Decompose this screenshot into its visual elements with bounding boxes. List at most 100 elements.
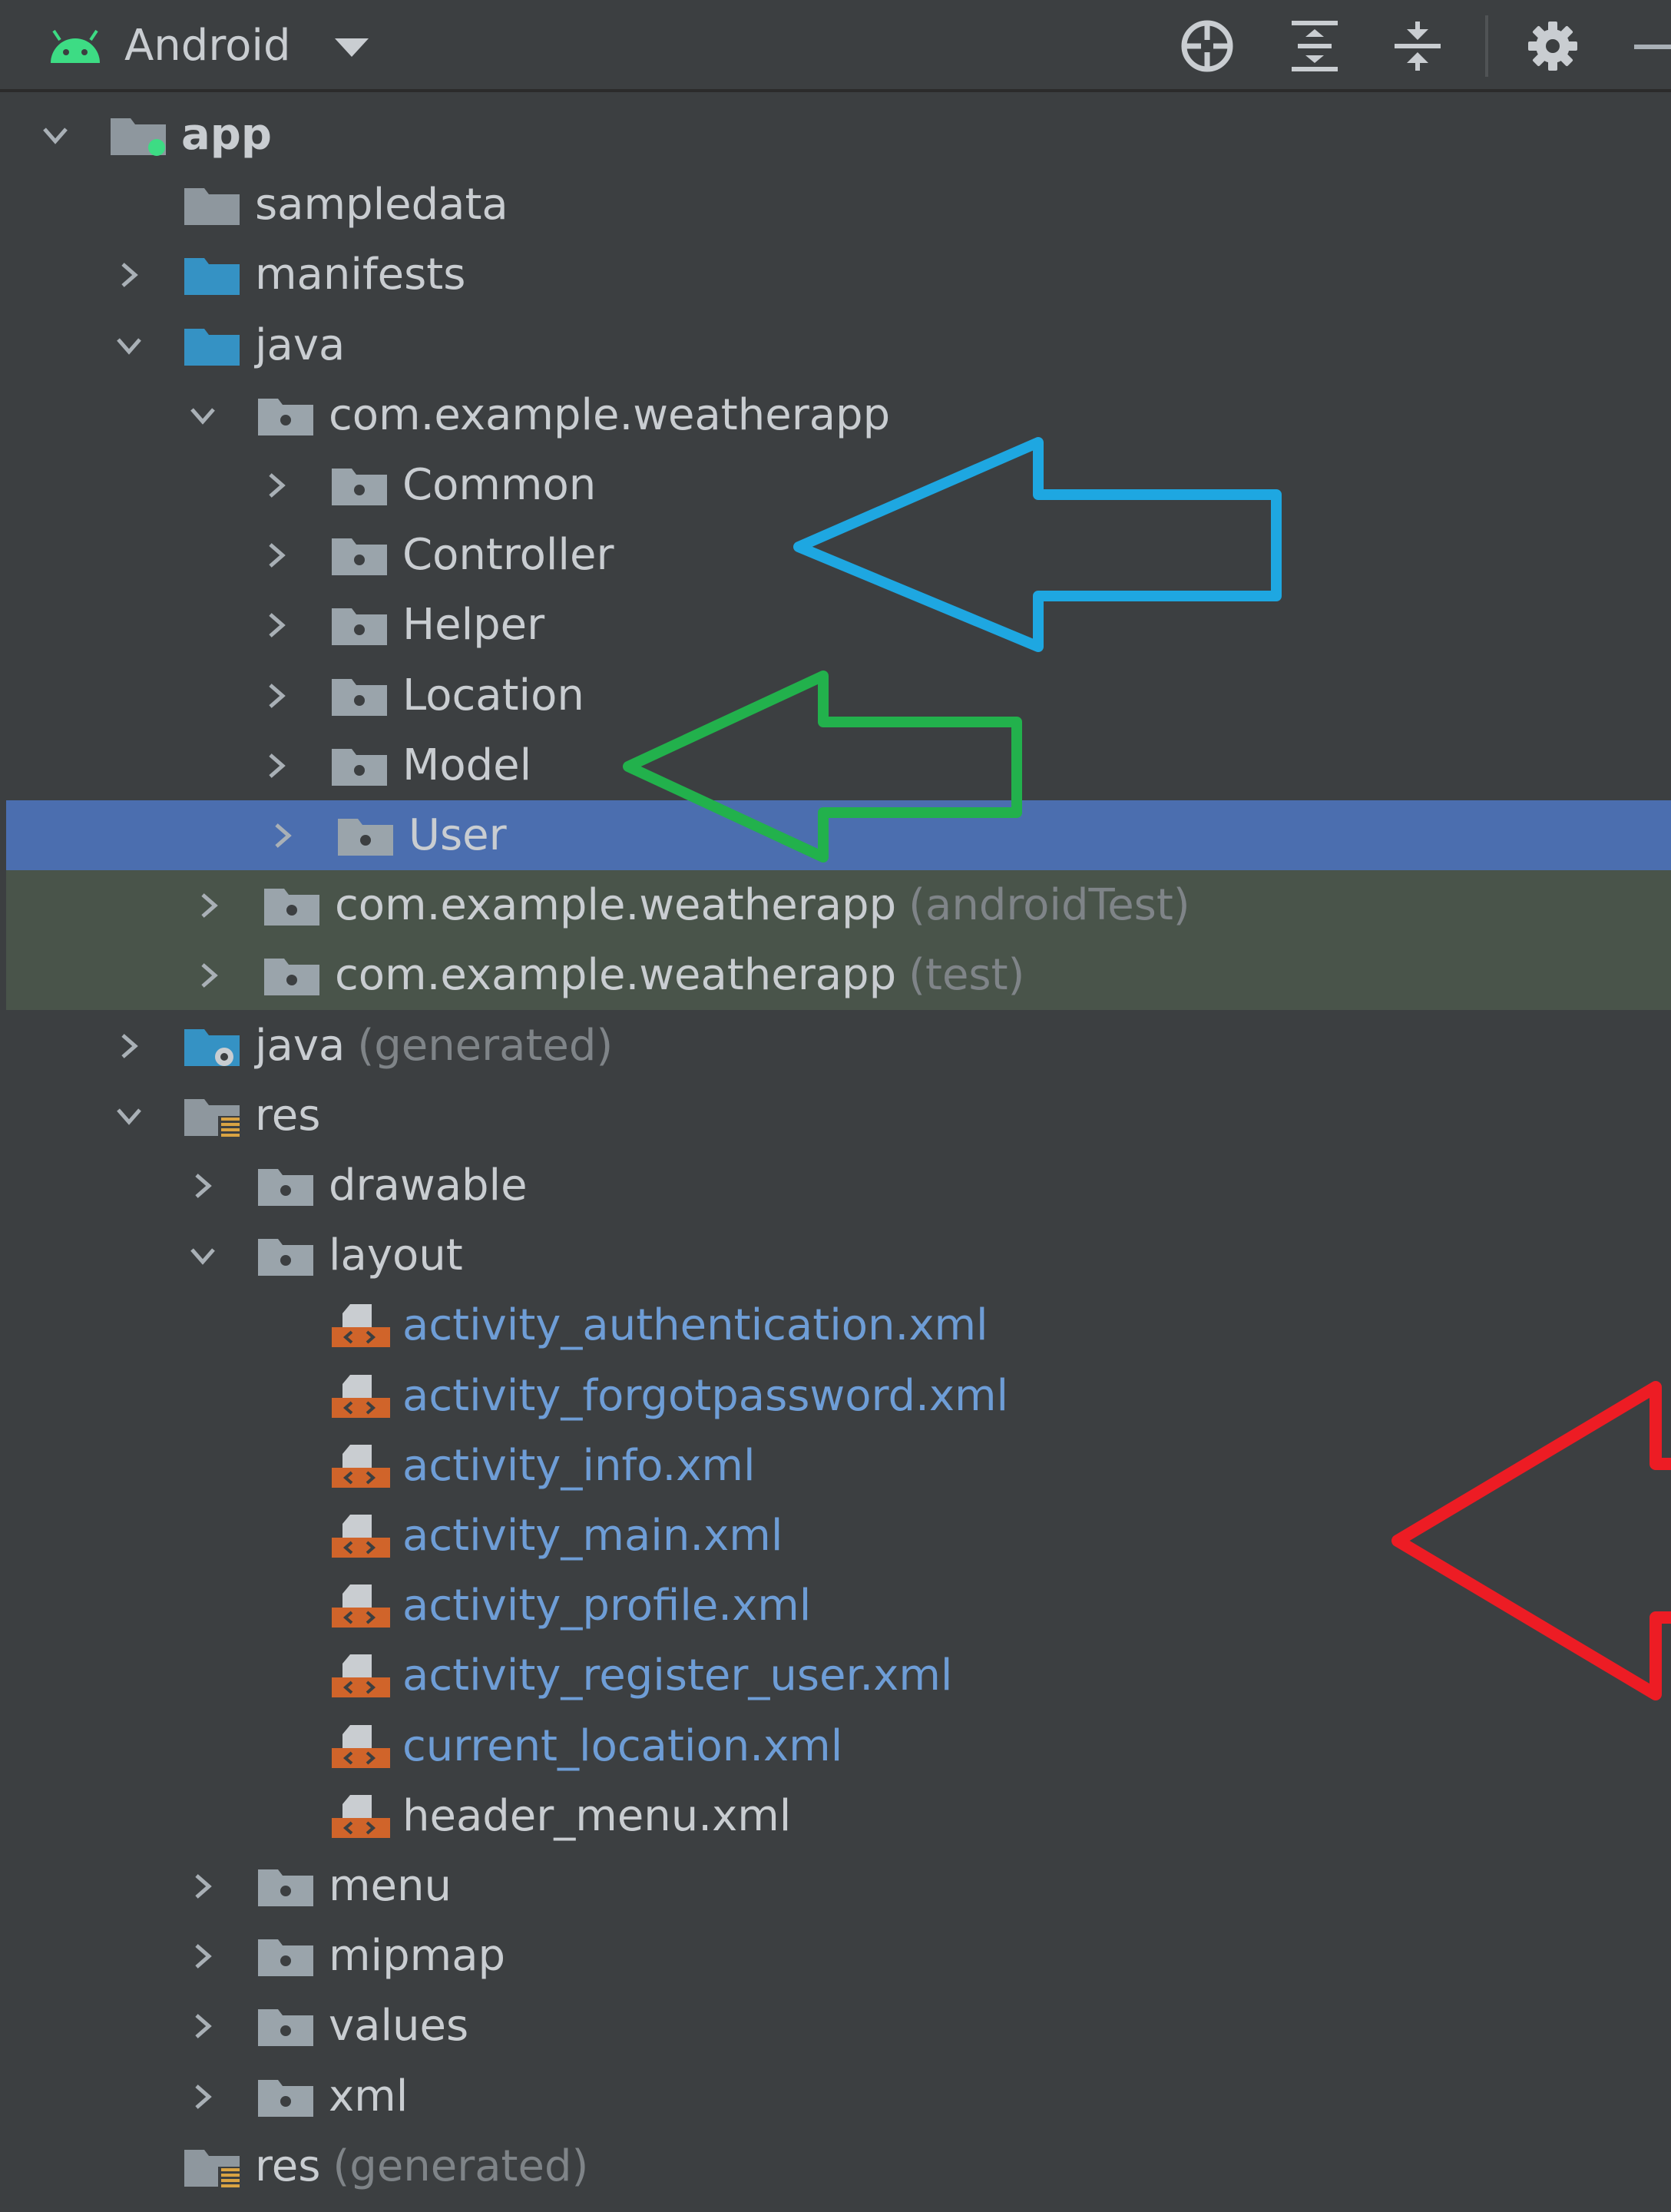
- tree-item-name: res: [255, 2141, 321, 2191]
- tree-item-name: current_location.xml: [402, 1720, 843, 1771]
- chevron-right-icon[interactable]: [261, 610, 292, 641]
- tree-item-label: java (generated): [255, 1018, 613, 1074]
- chevron-down-icon[interactable]: [187, 400, 218, 431]
- chevron-right-icon[interactable]: [114, 260, 144, 290]
- tree-row[interactable]: res: [0, 1081, 1671, 1151]
- tree-row[interactable]: sampledata: [0, 170, 1671, 240]
- tree-row[interactable]: activity_authentication.xml: [0, 1290, 1671, 1360]
- chevron-right-icon[interactable]: [261, 750, 292, 781]
- tree-item-label: com.example.weatherapp (test): [335, 948, 1024, 1003]
- tree-row[interactable]: java: [0, 310, 1671, 380]
- chevron-right-icon[interactable]: [187, 1941, 218, 1972]
- tree-row[interactable]: activity_forgotpassword.xml: [0, 1361, 1671, 1431]
- tree-item-label: com.example.weatherapp (androidTest): [335, 878, 1190, 933]
- tree-item-label: Location: [402, 668, 584, 724]
- tree-row[interactable]: com.example.weatherapp (androidTest): [6, 870, 1671, 941]
- source-folder-icon: [184, 328, 240, 366]
- tree-item-label: activity_register_user.xml: [402, 1648, 952, 1704]
- tree-row[interactable]: Model: [0, 730, 1671, 800]
- tree-item-name: header_menu.xml: [402, 1790, 792, 1841]
- tree-row[interactable]: activity_main.xml: [0, 1501, 1671, 1571]
- tree-item-label: activity_main.xml: [402, 1508, 783, 1564]
- locate-icon[interactable]: [1180, 18, 1235, 74]
- tree-row[interactable]: Common: [0, 450, 1671, 520]
- expand-all-icon[interactable]: [1287, 18, 1342, 74]
- tree-item-label: activity_forgotpassword.xml: [402, 1369, 1008, 1424]
- package-icon: [332, 469, 387, 505]
- collapse-all-icon[interactable]: [1390, 18, 1445, 74]
- chevron-right-icon[interactable]: [194, 890, 224, 921]
- chevron-right-icon[interactable]: [261, 540, 292, 571]
- tree-item-name: manifests: [255, 250, 466, 300]
- package-icon: [332, 748, 387, 786]
- tree-row[interactable]: activity_info.xml: [0, 1431, 1671, 1501]
- tree-row[interactable]: com.example.weatherapp: [0, 380, 1671, 450]
- chevron-right-icon[interactable]: [261, 470, 292, 501]
- tree-item-name: layout: [329, 1230, 463, 1281]
- tree-item-label: java: [255, 318, 345, 373]
- xml-layout-icon: [332, 1515, 390, 1558]
- chevron-down-icon[interactable]: [114, 1101, 144, 1131]
- minimize-icon[interactable]: [1634, 45, 1671, 49]
- tree-row[interactable]: header_menu.xml: [0, 1781, 1671, 1851]
- xml-layout-icon: [332, 1654, 390, 1698]
- package-icon: [258, 1239, 313, 1277]
- android-icon: [51, 29, 100, 63]
- tree-row[interactable]: Location: [0, 661, 1671, 730]
- xml-layout-icon: [332, 1794, 390, 1838]
- package-icon: [264, 959, 319, 996]
- tree-row[interactable]: mipmap: [0, 1921, 1671, 1991]
- tree-item-label: User: [409, 808, 507, 863]
- tree-row[interactable]: manifests: [0, 240, 1671, 310]
- tree-item-name: menu: [329, 1861, 452, 1911]
- dropdown-icon[interactable]: [333, 37, 370, 58]
- tree-item-name: Helper: [402, 600, 545, 651]
- tree-row[interactable]: activity_profile.xml: [0, 1571, 1671, 1641]
- xml-layout-icon: [332, 1304, 390, 1348]
- chevron-right-icon[interactable]: [267, 820, 298, 851]
- chevron-down-icon[interactable]: [40, 120, 71, 151]
- chevron-right-icon[interactable]: [187, 2081, 218, 2112]
- chevron-down-icon[interactable]: [114, 330, 144, 361]
- tree-row[interactable]: res (generated): [0, 2131, 1671, 2201]
- tree-row[interactable]: com.example.weatherapp (test): [6, 940, 1671, 1011]
- package-icon: [258, 2079, 313, 2117]
- tree-row[interactable]: menu: [0, 1851, 1671, 1921]
- tree-row[interactable]: java (generated): [0, 1011, 1671, 1081]
- tree-row[interactable]: values: [0, 1991, 1671, 2061]
- tree-row[interactable]: Helper: [0, 590, 1671, 660]
- tree-item-label: mipmap: [329, 1929, 505, 1984]
- tree-item-name: xml: [329, 2071, 409, 2121]
- tree-item-name: activity_profile.xml: [402, 1581, 812, 1631]
- tree-item-label: xml: [329, 2069, 408, 2124]
- resource-folder-icon: [184, 2149, 241, 2188]
- tree-row[interactable]: drawable: [0, 1151, 1671, 1220]
- tree-item-name: sampledata: [255, 180, 508, 230]
- package-icon: [332, 538, 387, 576]
- tree-row[interactable]: current_location.xml: [0, 1711, 1671, 1781]
- tree-item-name: com.example.weatherapp: [335, 880, 897, 931]
- tree-row[interactable]: xml: [0, 2061, 1671, 2131]
- chevron-right-icon[interactable]: [187, 2011, 218, 2041]
- chevron-right-icon[interactable]: [114, 1031, 144, 1061]
- chevron-right-icon[interactable]: [261, 680, 292, 711]
- gear-icon[interactable]: [1525, 18, 1580, 74]
- tree-row[interactable]: User: [6, 800, 1671, 870]
- chevron-down-icon[interactable]: [187, 1240, 218, 1271]
- tree-item-label: drawable: [329, 1158, 528, 1214]
- chevron-right-icon[interactable]: [187, 1171, 218, 1201]
- tree-item-label: values: [329, 1998, 468, 2054]
- tree-row[interactable]: app: [0, 100, 1671, 170]
- tree-row[interactable]: Controller: [0, 520, 1671, 590]
- package-icon: [264, 889, 319, 926]
- tree-item-name: Location: [402, 670, 584, 720]
- tree-item-name: User: [409, 810, 507, 860]
- tree-row[interactable]: activity_register_user.xml: [0, 1641, 1671, 1710]
- project-view-selector[interactable]: Android: [124, 18, 291, 74]
- tree-item-label: Helper: [402, 598, 544, 653]
- tree-item-qualifier: (androidTest): [908, 880, 1190, 931]
- chevron-right-icon[interactable]: [187, 1871, 218, 1902]
- chevron-right-icon[interactable]: [194, 960, 224, 991]
- tree-row[interactable]: layout: [0, 1220, 1671, 1290]
- tree-item-name: activity_main.xml: [402, 1511, 783, 1561]
